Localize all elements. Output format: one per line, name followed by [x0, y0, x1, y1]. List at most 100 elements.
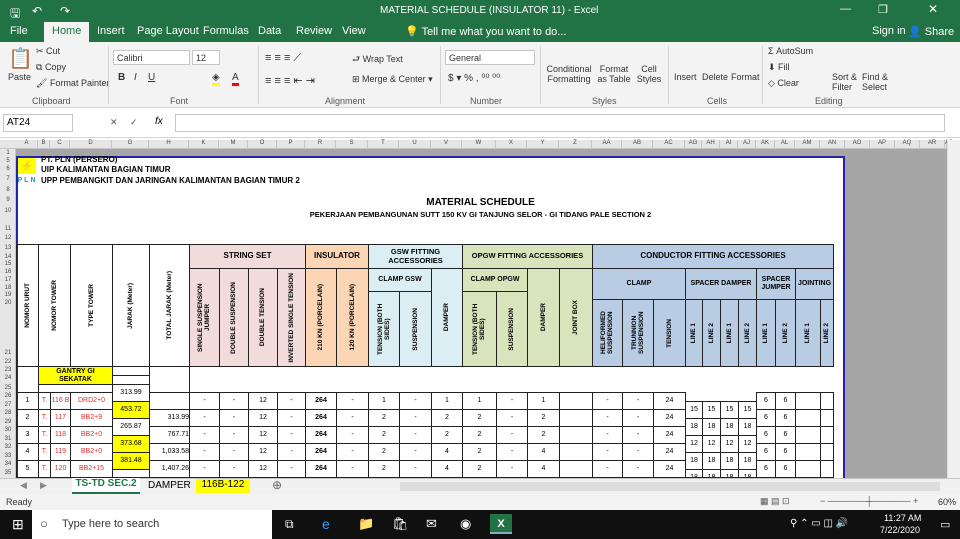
autosum-button[interactable]: Σ AutoSum	[768, 46, 813, 56]
tray-icons[interactable]: ⚲ ⌃ ▭ ◫ 🔊	[790, 518, 848, 529]
column-header-AN[interactable]: AN	[820, 140, 845, 149]
column-header-D[interactable]: D	[70, 140, 112, 149]
tab-insert[interactable]: Insert	[97, 25, 125, 37]
tab-file[interactable]: File	[10, 25, 28, 37]
row-header-8[interactable]: 8	[0, 187, 16, 193]
format-as-table-button[interactable]: Format as Table	[594, 64, 634, 84]
row-header-23[interactable]: 23	[0, 367, 16, 373]
taskbar-search[interactable]: ○ Type here to search	[32, 510, 272, 539]
column-header-AR[interactable]: AR	[920, 140, 945, 149]
column-header-A[interactable]: A	[16, 140, 38, 149]
column-header-AK[interactable]: AK	[756, 140, 775, 149]
row-header-10[interactable]: 10	[0, 208, 16, 214]
underline-button[interactable]: U	[148, 72, 155, 83]
vertical-scrollbar[interactable]	[947, 140, 960, 478]
align-horizontal-icons[interactable]: ≡ ≡ ≡ ⇤ ⇥	[265, 74, 315, 87]
column-header-H[interactable]: H	[149, 140, 189, 149]
row-header-18[interactable]: 18	[0, 285, 16, 291]
font-color-icon[interactable]: A	[232, 72, 239, 86]
insert-cells-button[interactable]: Insert	[674, 72, 697, 82]
sign-in-link[interactable]: Sign in	[872, 25, 906, 37]
column-header-U[interactable]: U	[399, 140, 431, 149]
column-header-P[interactable]: P	[277, 140, 305, 149]
fx-icon[interactable]: fx	[155, 116, 163, 127]
worksheet-grid[interactable]: ⚡ PLN PT. PLN (PERSERO) UIP KALIMANTAN BAGI…	[16, 149, 947, 478]
view-buttons[interactable]: ▦ ▤ ⊡	[760, 496, 790, 507]
restore-button[interactable]: ❐	[878, 3, 888, 16]
tab-formulas[interactable]: Formulas	[203, 25, 249, 37]
row-header-35[interactable]: 35	[0, 470, 16, 476]
row-header-28[interactable]: 28	[0, 410, 16, 416]
windows-start-icon[interactable]: ⊞	[12, 516, 24, 533]
row-header-21[interactable]: 21	[0, 350, 16, 356]
prev-sheet-icon[interactable]: ◀	[20, 480, 27, 491]
row-header-17[interactable]: 17	[0, 277, 16, 283]
format-painter-button[interactable]: 🖌 Format Painter	[36, 78, 109, 89]
row-header-25[interactable]: 25	[0, 385, 16, 391]
column-header-AO[interactable]: AO	[845, 140, 870, 149]
column-header-AJ[interactable]: AJ	[738, 140, 756, 149]
column-header-AB[interactable]: AB	[622, 140, 653, 149]
next-sheet-icon[interactable]: ▶	[40, 480, 47, 491]
row-header-14[interactable]: 14	[0, 254, 16, 260]
row-header-7[interactable]: 7	[0, 176, 16, 182]
row-header-1[interactable]: 1	[0, 150, 16, 156]
bold-button[interactable]: B	[118, 72, 125, 83]
column-header-AL[interactable]: AL	[775, 140, 795, 149]
column-header-S[interactable]: S	[336, 140, 368, 149]
sheet-tab-ts-td[interactable]: TS-TD SEC.2	[72, 478, 140, 494]
column-header-K[interactable]: K	[189, 140, 219, 149]
column-header-X[interactable]: X	[496, 140, 527, 149]
font-name-select[interactable]: Calibri	[113, 50, 190, 65]
minimize-button[interactable]: —	[840, 3, 851, 15]
share-button[interactable]: 👤 Share	[908, 25, 954, 38]
cut-button[interactable]: ✂ Cut	[36, 46, 60, 57]
copy-button[interactable]: ⧉ Copy	[36, 62, 66, 73]
undo-icon[interactable]: ↶	[32, 4, 42, 18]
tab-view-review[interactable]: Review	[296, 25, 332, 37]
column-header-B[interactable]: B	[38, 140, 50, 149]
column-header-AH[interactable]: AH	[702, 140, 720, 149]
column-header-T[interactable]: T	[368, 140, 399, 149]
row-header-33[interactable]: 33	[0, 453, 16, 459]
column-header-Y[interactable]: Y	[527, 140, 559, 149]
column-header-M[interactable]: M	[219, 140, 248, 149]
formula-input[interactable]	[175, 114, 945, 132]
row-header-31[interactable]: 31	[0, 436, 16, 442]
horizontal-scrollbar[interactable]	[400, 482, 940, 491]
tab-home[interactable]: Home	[44, 22, 90, 42]
merge-center-button[interactable]: ⊞ Merge & Center ▾	[352, 74, 433, 85]
row-header-12[interactable]: 12	[0, 235, 16, 241]
excel-taskbar-icon[interactable]: X	[490, 514, 512, 534]
tab-data[interactable]: Data	[258, 25, 281, 37]
row-header-32[interactable]: 32	[0, 444, 16, 450]
find-select-button[interactable]: Find & Select	[862, 72, 890, 92]
column-header-AI[interactable]: AI	[720, 140, 738, 149]
column-header-O[interactable]: O	[248, 140, 277, 149]
clear-button[interactable]: ◇ Clear	[768, 78, 799, 89]
row-header-20[interactable]: 20	[0, 300, 16, 306]
column-header-AG[interactable]: AG	[685, 140, 702, 149]
sheet-tab-damper[interactable]: DAMPER	[148, 480, 191, 491]
edge-icon[interactable]: e	[322, 516, 330, 532]
column-header-C[interactable]: C	[50, 140, 70, 149]
row-header-29[interactable]: 29	[0, 419, 16, 425]
number-format-select[interactable]: General	[445, 50, 535, 65]
zoom-level[interactable]: 60%	[938, 497, 956, 507]
row-header-16[interactable]: 16	[0, 269, 16, 275]
tell-me-input[interactable]: 💡 Tell me what you want to do...	[405, 25, 566, 38]
column-header-AM[interactable]: AM	[795, 140, 820, 149]
column-header-V[interactable]: V	[431, 140, 462, 149]
row-header-24[interactable]: 24	[0, 375, 16, 381]
row-header-34[interactable]: 34	[0, 461, 16, 467]
sheet-tab-116b-122[interactable]: 116B-122	[196, 479, 250, 493]
row-header-5[interactable]: 5	[0, 158, 16, 164]
column-header-R[interactable]: R	[305, 140, 336, 149]
redo-icon[interactable]: ↷	[60, 4, 70, 18]
format-cells-button[interactable]: Format	[731, 72, 760, 82]
file-explorer-icon[interactable]: 📁	[358, 516, 374, 532]
zoom-slider[interactable]: − ──────┼────── +	[820, 496, 918, 506]
row-header-26[interactable]: 26	[0, 393, 16, 399]
row-header-22[interactable]: 22	[0, 359, 16, 365]
row-header-19[interactable]: 19	[0, 292, 16, 298]
